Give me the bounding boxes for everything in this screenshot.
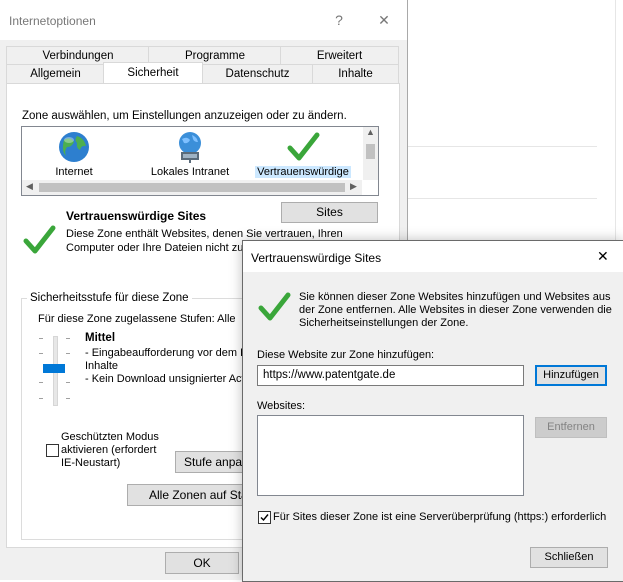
checkmark-icon <box>260 514 269 522</box>
zone-list[interactable]: Internet Lokales Intranet Vertrauenswürd… <box>21 126 379 196</box>
slider-tick <box>39 338 43 339</box>
scroll-up-icon[interactable]: ▲ <box>366 127 375 137</box>
websites-label: Websites: <box>257 400 306 412</box>
security-slider-thumb[interactable] <box>43 364 65 373</box>
close-dialog-button[interactable]: Schließen <box>530 547 608 568</box>
protected-mode-label: IE-Neustart) <box>61 457 121 469</box>
tab-erweitert[interactable]: Erweitert <box>280 46 399 65</box>
background-divider <box>615 0 616 240</box>
scroll-right-icon[interactable]: ▶ <box>350 181 357 192</box>
tab-sicherheit[interactable]: Sicherheit <box>103 62 203 83</box>
help-button[interactable]: ? <box>329 10 349 30</box>
zone-label: Lokales Intranet <box>150 166 230 178</box>
add-button[interactable]: Hinzufügen <box>535 365 607 386</box>
level-description: - Kein Download unsignierter Acti <box>85 373 248 385</box>
zone-item-trusted[interactable]: Vertrauenswürdige <box>255 127 351 178</box>
slider-tick <box>66 353 70 354</box>
info-text: Sicherheitseinstellungen der Zone. <box>299 317 469 329</box>
zone-list-hscrollbar[interactable]: ◀ ▶ <box>22 180 362 195</box>
slider-tick <box>39 382 43 383</box>
slider-tick <box>39 398 43 399</box>
level-description: - Eingabeaufforderung vor dem D <box>85 347 249 359</box>
slider-tick <box>66 382 70 383</box>
group-title: Sicherheitsstufe für diese Zone <box>27 292 192 304</box>
title-bar: Vertrauenswürdige Sites ✕ <box>243 241 623 272</box>
protected-mode-label: aktivieren (erfordert <box>61 444 157 456</box>
tab-datenschutz[interactable]: Datenschutz <box>201 64 314 83</box>
slider-tick <box>39 353 43 354</box>
dialog-title: Vertrauenswürdige Sites <box>251 251 382 265</box>
zone-label: Vertrauenswürdige <box>255 166 351 178</box>
info-text: Sie können dieser Zone Websites hinzufüg… <box>299 291 611 303</box>
info-text: der Zone entfernen. Alle Websites in die… <box>299 304 612 316</box>
remove-button[interactable]: Entfernen <box>535 417 607 438</box>
ok-button[interactable]: OK <box>165 552 239 574</box>
scroll-thumb[interactable] <box>39 183 345 192</box>
add-website-label: Diese Website zur Zone hinzufügen: <box>257 349 435 361</box>
close-button[interactable]: ✕ <box>597 248 609 265</box>
zone-item-internet[interactable]: Internet <box>44 127 104 178</box>
tab-allgemein[interactable]: Allgemein <box>6 64 105 83</box>
background-divider <box>407 146 597 147</box>
websites-list[interactable] <box>257 415 524 496</box>
scroll-left-icon[interactable]: ◀ <box>26 181 33 192</box>
background-divider <box>407 198 597 199</box>
check-icon <box>258 292 291 321</box>
level-description: Inhalte <box>85 360 119 372</box>
check-icon <box>23 225 56 254</box>
intranet-icon <box>179 132 201 163</box>
sites-button[interactable]: Sites <box>281 202 378 223</box>
allowed-levels-label: Für diese Zone zugelassene Stufen: Alle <box>38 313 236 325</box>
level-name: Mittel <box>85 332 116 344</box>
scroll-thumb[interactable] <box>366 144 375 159</box>
website-input[interactable]: https://www.patentgate.de <box>257 365 524 386</box>
zone-item-intranet[interactable]: Lokales Intranet <box>145 127 235 178</box>
zone-prompt: Zone auswählen, um Einstellungen anzuzei… <box>22 110 347 122</box>
slider-tick <box>66 398 70 399</box>
protected-mode-checkbox[interactable] <box>46 444 59 457</box>
trusted-sites-dialog: Vertrauenswürdige Sites ✕ Sie können die… <box>242 240 623 582</box>
globe-icon <box>59 132 89 162</box>
zone-description: Computer oder Ihre Dateien nicht zu <box>66 242 244 254</box>
title-bar: Internetoptionen ? ✕ <box>0 0 407 40</box>
zone-list-vscrollbar[interactable]: ▲ <box>363 127 378 180</box>
https-required-label: Für Sites dieser Zone ist eine Serverübe… <box>273 511 607 523</box>
check-icon <box>287 132 320 161</box>
protected-mode-label: Geschützten Modus <box>61 431 159 443</box>
dialog-title: Internetoptionen <box>9 14 96 28</box>
https-required-checkbox[interactable] <box>258 511 271 524</box>
slider-tick <box>66 338 70 339</box>
tab-inhalte[interactable]: Inhalte <box>312 64 399 83</box>
close-button[interactable]: ✕ <box>374 10 394 30</box>
zone-label: Internet <box>55 166 93 178</box>
website-input-value: https://www.patentgate.de <box>263 369 396 381</box>
zone-title: Vertrauenswürdige Sites <box>66 209 207 223</box>
zone-description: Diese Zone enthält Websites, denen Sie v… <box>66 228 343 240</box>
